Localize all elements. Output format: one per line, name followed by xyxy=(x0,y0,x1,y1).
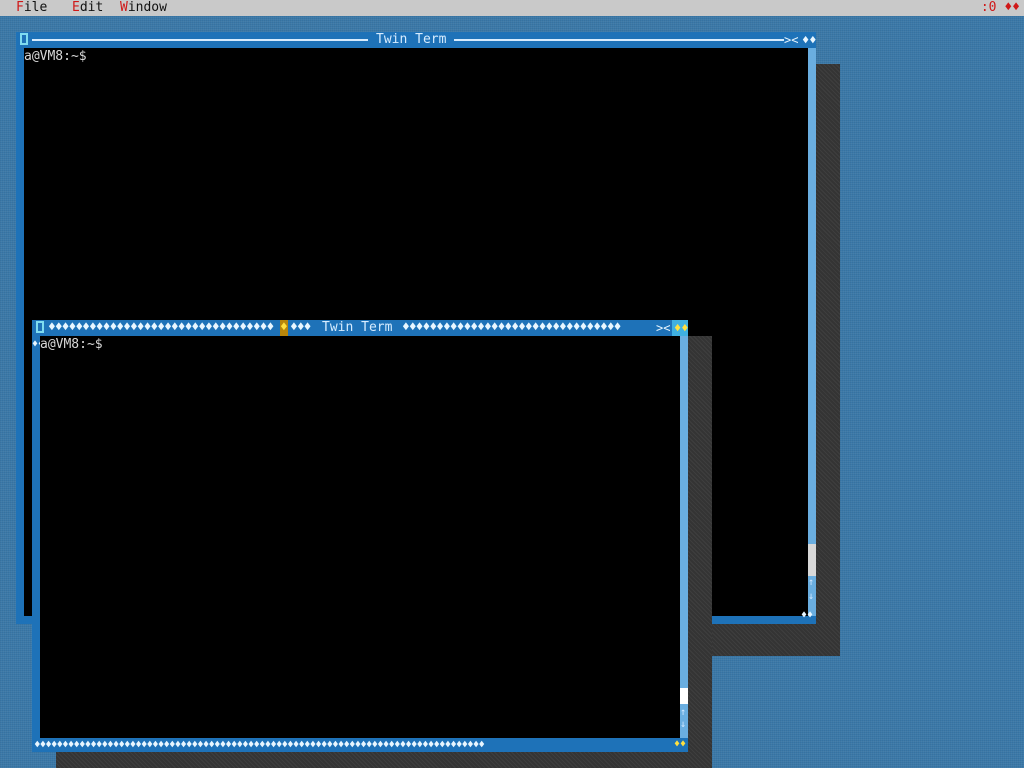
window-shadow xyxy=(816,64,840,656)
window-menu-diamond-icon[interactable]: ♦♦ xyxy=(674,320,688,336)
shell-prompt: a@VM8:~$ xyxy=(40,337,103,352)
terminal-output[interactable]: a@VM8:~$ xyxy=(24,50,87,64)
clock-indicator: :0 ♦♦ xyxy=(980,0,1020,15)
menu-edit[interactable]: Edit xyxy=(72,0,103,16)
menu-window[interactable]: Window xyxy=(120,0,167,16)
title-diamond-fill-right: ♦♦♦♦♦♦♦♦♦♦♦♦♦♦♦♦♦♦♦♦♦♦♦♦♦♦♦♦♦♦♦♦ xyxy=(402,320,621,335)
window-shadow xyxy=(56,752,712,768)
border-bottom-diamonds: ♦♦♦♦♦♦♦♦♦♦♦♦♦♦♦♦♦♦♦♦♦♦♦♦♦♦♦♦♦♦♦♦♦♦♦♦♦♦♦♦… xyxy=(34,739,485,751)
close-icon[interactable] xyxy=(20,33,28,45)
window-menu-diamond-icon[interactable]: ♦♦ xyxy=(802,32,816,48)
window-titlebar[interactable]: Twin Term >< ♦♦ xyxy=(16,32,816,48)
menu-file[interactable]: File xyxy=(16,0,47,16)
window-controls-icon[interactable]: >< xyxy=(656,320,670,336)
window-shadow xyxy=(688,336,712,768)
title-diamond-fill-left: ♦♦♦♦♦♦♦♦♦♦♦♦♦♦♦♦♦♦♦♦♦♦♦♦♦♦♦♦♦♦♦♦♦ xyxy=(48,320,274,335)
scroll-down-icon[interactable]: ↓ xyxy=(680,720,686,730)
focus-marker-icon: ♦ xyxy=(280,320,288,336)
window-titlebar[interactable]: ♦♦♦♦♦♦♦♦♦♦♦♦♦♦♦♦♦♦♦♦♦♦♦♦♦♦♦♦♦♦♦♦♦ ♦ ♦♦♦ … xyxy=(32,320,688,336)
scrollbar-thumb[interactable] xyxy=(680,688,688,704)
scroll-up-icon[interactable]: ↑ xyxy=(680,708,686,718)
terminal-output[interactable]: a@VM8:~$ xyxy=(40,338,103,352)
window-border-right xyxy=(808,48,816,624)
shell-prompt: a@VM8:~$ xyxy=(24,49,87,64)
resize-handle-icon[interactable]: ♦♦ xyxy=(801,610,813,622)
window-controls-icon[interactable]: >< xyxy=(784,32,798,48)
terminal-window-front[interactable]: ♦♦♦♦♦♦♦♦♦♦♦♦♦♦♦♦♦♦♦♦♦♦♦♦♦♦♦♦♦♦♦♦♦ ♦ ♦♦♦ … xyxy=(32,320,688,752)
window-title: Twin Term xyxy=(368,32,455,48)
window-border-left xyxy=(16,48,24,624)
scroll-down-icon[interactable]: ↓ xyxy=(808,592,814,602)
scrollbar-thumb[interactable] xyxy=(808,544,816,576)
resize-handle-icon[interactable]: ♦♦ xyxy=(674,739,686,751)
title-diamond-fill-mid: ♦♦♦ xyxy=(290,320,311,335)
menu-bar: File Edit Window :0 ♦♦ xyxy=(0,0,1024,16)
close-icon[interactable] xyxy=(36,321,44,333)
window-title: Twin Term xyxy=(314,320,401,336)
scroll-up-icon[interactable]: ↑ xyxy=(808,578,814,588)
border-left-diamonds: ♦♦♦♦♦♦♦♦♦♦♦♦♦♦♦♦♦♦♦♦♦♦♦♦♦♦♦♦♦♦♦♦♦♦♦♦♦♦♦♦… xyxy=(32,340,40,350)
